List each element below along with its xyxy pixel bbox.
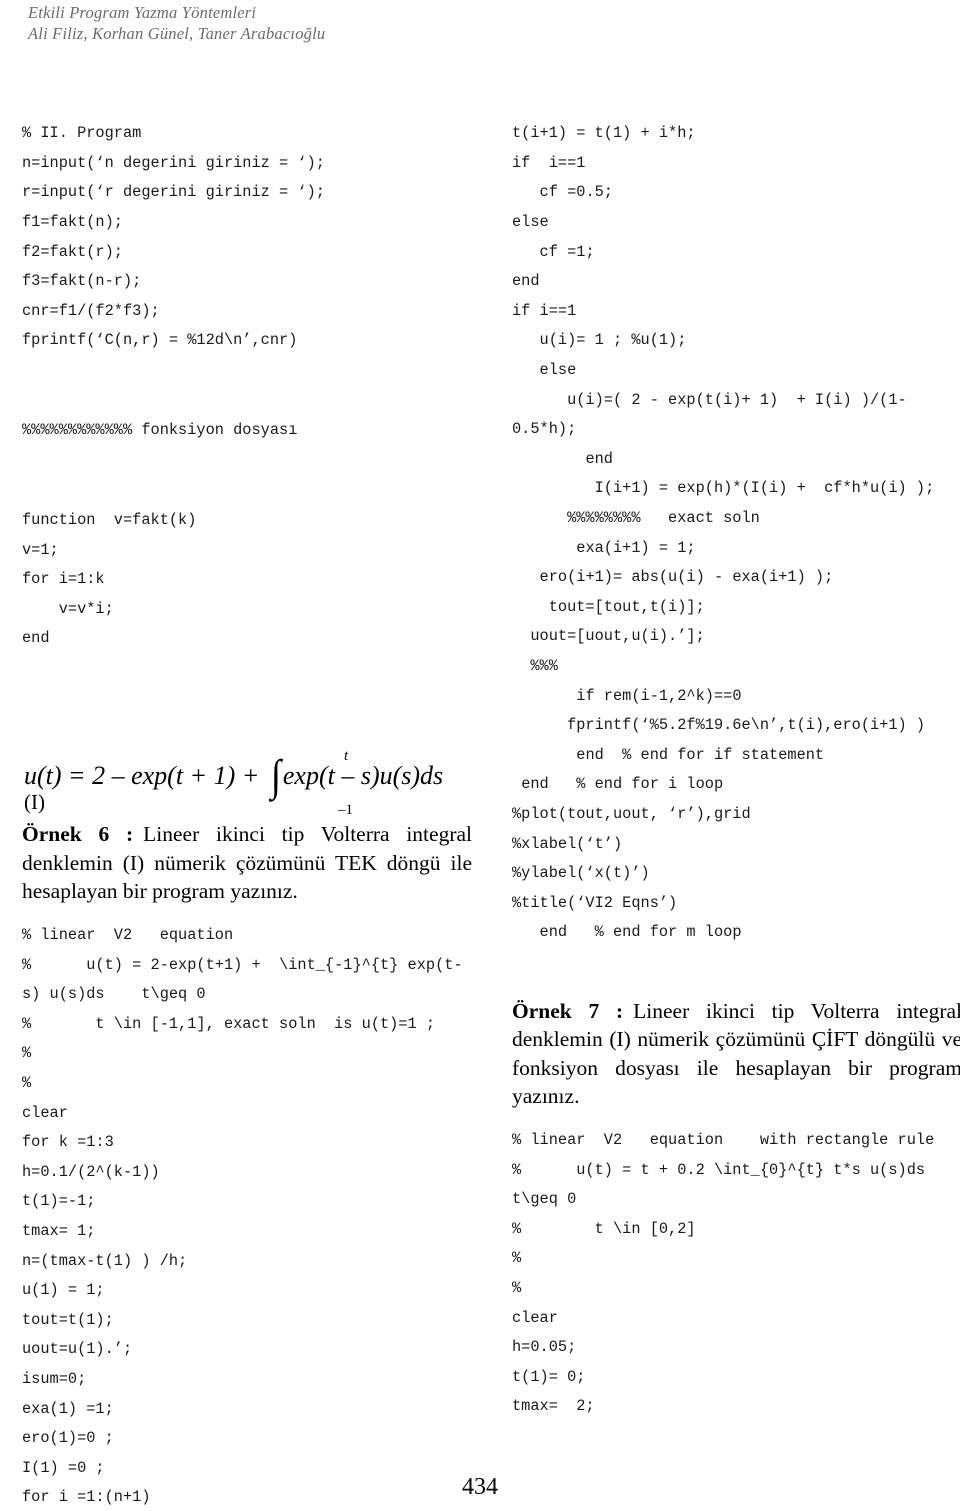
running-header: Etkili Program Yazma Yöntemleri Ali Fili… bbox=[28, 2, 728, 44]
code-block-ornek6-continued: t(i+1) = t(1) + i*h; if i==1 cf =0.5; el… bbox=[512, 124, 935, 942]
document-page: Etkili Program Yazma Yöntemleri Ali Fili… bbox=[0, 0, 960, 1511]
code-block-program-2: % II. Program n=input(‘n degerini girini… bbox=[22, 124, 325, 350]
integral-lower-limit: –1 bbox=[338, 802, 353, 819]
right-column: t(i+1) = t(1) + i*h; if i==1 cf =0.5; el… bbox=[512, 104, 960, 1437]
equation-body: u(t) = 2 – exp(t + 1) + ∫exp(t – s)u(s)d… bbox=[24, 751, 444, 801]
code-block-ornek6: % linear V2 equation % u(t) = 2-exp(t+1)… bbox=[22, 926, 463, 1507]
example-spacer bbox=[512, 963, 960, 993]
example-6-label: Örnek 6 : bbox=[22, 822, 134, 847]
example-6-paragraph: Örnek 6 : Lineer ikinci tip Volterra inte… bbox=[22, 820, 472, 906]
code-comment-function-file: %%%%%%%%%%%% fonksiyon dosyası bbox=[22, 421, 298, 440]
code-block-ornek7: % linear V2 equation with rectangle rule… bbox=[512, 1131, 935, 1416]
display-equation-I: t –1 u(t) = 2 – exp(t + 1) + ∫exp(t – s)… bbox=[22, 738, 472, 818]
running-header-title: Etkili Program Yazma Yöntemleri bbox=[28, 3, 257, 22]
equation-integrand: exp(t – s)u(s)ds bbox=[282, 761, 444, 791]
code-block-fakt-function: function v=fakt(k) v=1; for i=1:k v=v*i;… bbox=[22, 511, 197, 648]
example-7-paragraph: Örnek 7 : Lineer ikinci tip Volterra inte… bbox=[512, 997, 960, 1111]
code-spacer bbox=[22, 371, 472, 401]
page-number: 434 bbox=[462, 1474, 498, 1500]
example-7-label: Örnek 7 : bbox=[512, 998, 624, 1023]
equation-tag: (I) bbox=[24, 790, 45, 815]
left-column: % II. Program n=input(‘n degerini girini… bbox=[22, 104, 472, 1511]
equation-spacer bbox=[22, 669, 472, 728]
code-spacer bbox=[22, 461, 472, 491]
equation-lhs: u(t) = 2 – exp(t + 1) + bbox=[24, 761, 266, 791]
running-header-authors: Ali Filiz, Korhan Günel, Taner Arabacıoğ… bbox=[28, 24, 326, 43]
